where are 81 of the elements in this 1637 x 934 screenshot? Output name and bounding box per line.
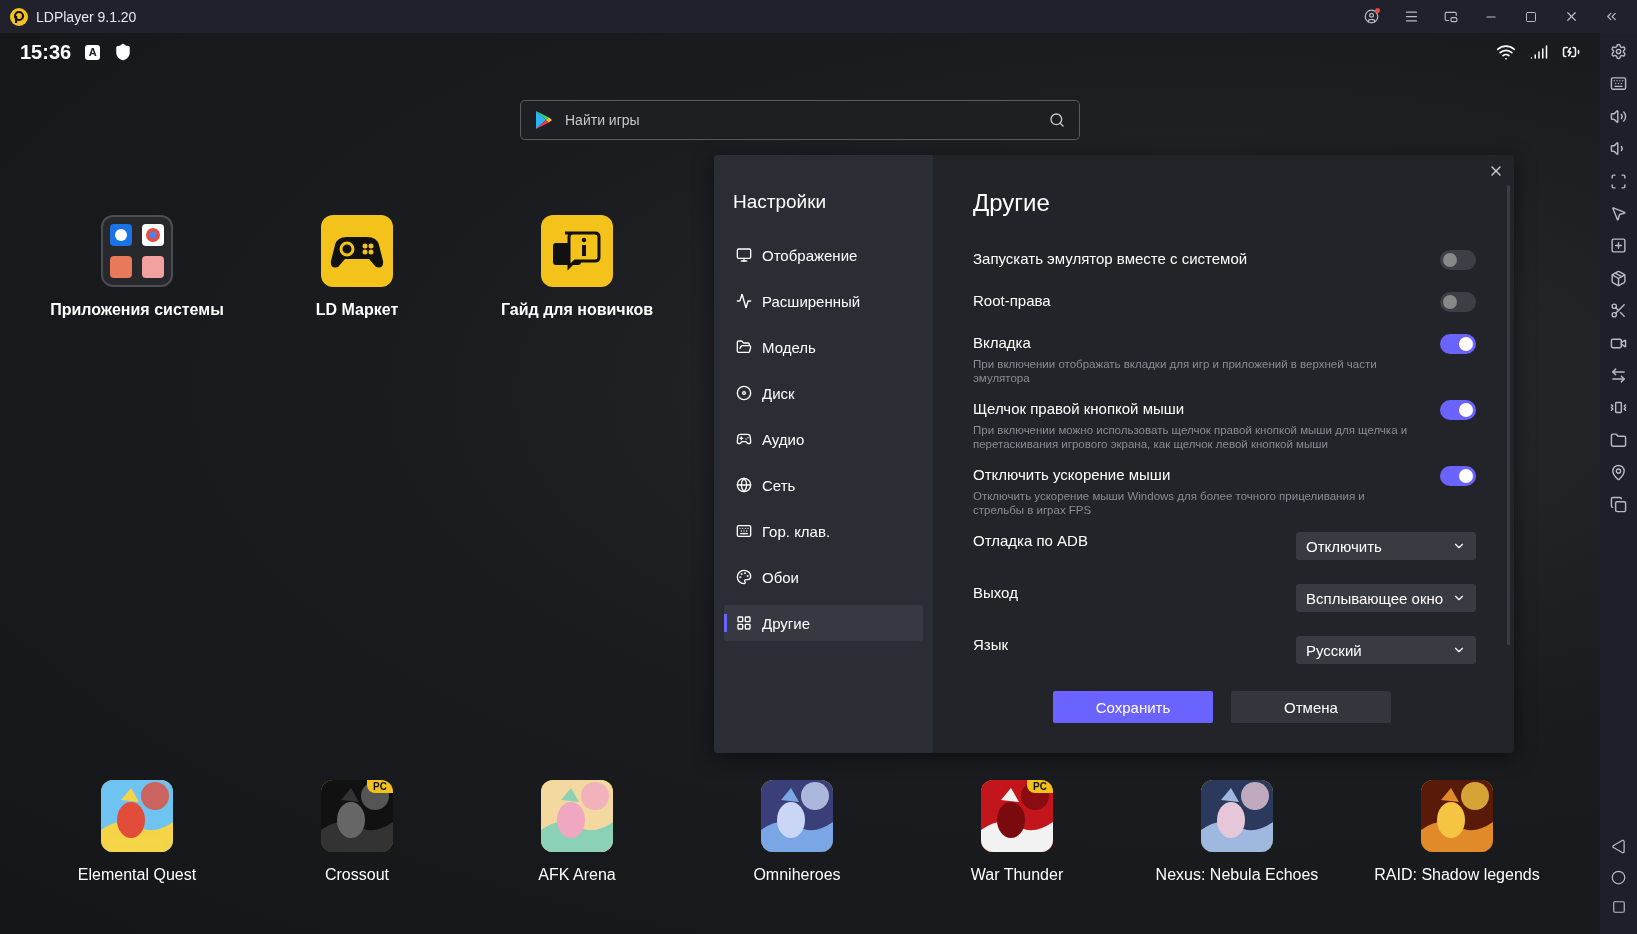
back-icon[interactable] bbox=[1611, 839, 1626, 855]
settings-nav-item[interactable]: Аудио bbox=[724, 421, 923, 457]
menu-icon[interactable] bbox=[1403, 9, 1419, 24]
hotkeys-icon bbox=[736, 523, 752, 539]
app-label[interactable]: AFK Arena bbox=[538, 866, 616, 884]
section-title: Другие bbox=[973, 189, 1051, 217]
option-description: При включении можно использовать щелчок правой кнопкой мыши для щелчка и перетаскивания игрового экрана, как щелчок левой кнопкой мыши bbox=[973, 423, 1409, 451]
app-label[interactable]: Nexus: Nebula Echoes bbox=[1155, 866, 1319, 884]
window-title: LDPlayer 9.1.20 bbox=[36, 8, 138, 25]
network-icon bbox=[736, 477, 752, 493]
dropdown[interactable]: Всплывающее окно bbox=[1296, 584, 1476, 612]
app-label[interactable]: LD Маркет bbox=[315, 301, 399, 319]
platform-badge: PC bbox=[1027, 780, 1053, 793]
disk-icon bbox=[736, 385, 752, 401]
signal-icon bbox=[1530, 43, 1548, 61]
home-icon[interactable] bbox=[1611, 869, 1626, 885]
settings-title: Настройки bbox=[732, 191, 828, 213]
option-label: Щелчок правой кнопкой мыши bbox=[973, 400, 1186, 417]
status-indicator: A bbox=[85, 44, 101, 60]
chat-info-icon[interactable] bbox=[541, 215, 613, 287]
settings-nav-item[interactable]: Расширенный bbox=[724, 283, 923, 319]
option-description: Отключить ускорение мыши Windows для более точного прицеливания и стрельбы в играх FPS bbox=[973, 489, 1366, 517]
option-label: Язык bbox=[973, 636, 1009, 653]
dropdown[interactable]: Отключить bbox=[1296, 532, 1476, 560]
sync-icon[interactable] bbox=[1610, 366, 1627, 384]
mouse-icon[interactable] bbox=[1610, 204, 1627, 222]
folder-icon[interactable] bbox=[1610, 431, 1627, 449]
search-icon[interactable] bbox=[1049, 112, 1065, 128]
toggle-switch[interactable] bbox=[1440, 250, 1476, 270]
app-label[interactable]: Omniheroes bbox=[753, 866, 841, 884]
platform-badge: PC bbox=[367, 780, 393, 793]
settings-nav-item[interactable]: Модель bbox=[724, 329, 923, 365]
option-label: Root-права bbox=[973, 292, 1051, 309]
maximize-icon[interactable] bbox=[1525, 10, 1537, 23]
play-store-icon bbox=[535, 110, 553, 130]
settings-nav-item[interactable]: Сеть bbox=[724, 467, 923, 503]
toggle-switch[interactable] bbox=[1440, 400, 1476, 420]
copy-icon[interactable] bbox=[1610, 496, 1627, 514]
app-label[interactable]: War Thunder bbox=[970, 866, 1064, 884]
settings-icon[interactable] bbox=[1610, 43, 1627, 60]
search-field[interactable]: Найти игры bbox=[563, 111, 1039, 129]
clock: 15:36 bbox=[20, 40, 72, 64]
app-label[interactable]: Crossout bbox=[325, 866, 389, 884]
mini-window-icon[interactable] bbox=[1444, 9, 1458, 24]
settings-nav-item[interactable]: Гор. клав. bbox=[724, 513, 923, 549]
app-label[interactable]: RAID: Shadow legends bbox=[1374, 866, 1540, 884]
logo-icon bbox=[10, 7, 28, 26]
option-label: Вкладка bbox=[973, 334, 1032, 351]
wifi-icon bbox=[1496, 42, 1516, 62]
add-window-icon[interactable] bbox=[1610, 237, 1627, 255]
display-icon bbox=[736, 247, 752, 263]
toggle-switch[interactable] bbox=[1440, 292, 1476, 312]
account-icon[interactable] bbox=[1363, 9, 1379, 24]
option-description: При включении отображать вкладки для игр и приложений в верхней части эмулятора bbox=[973, 357, 1378, 385]
app-label[interactable]: Гайд для новичков bbox=[500, 301, 654, 319]
settings-nav-item[interactable]: Отображение bbox=[724, 237, 923, 273]
option-label: Запускать эмулятор вместе с системой bbox=[973, 250, 1248, 267]
app-label[interactable]: Elemental Quest bbox=[77, 866, 197, 884]
cancel-button[interactable]: Отмена bbox=[1231, 691, 1391, 723]
option-label: Отключить ускорение мыши bbox=[973, 466, 1172, 483]
app-label[interactable]: Приложения системы bbox=[50, 301, 224, 319]
save-button[interactable]: Сохранить bbox=[1053, 691, 1213, 723]
scissors-icon[interactable] bbox=[1610, 302, 1627, 320]
search-field[interactable]: Найти игры bbox=[520, 100, 1080, 140]
gamepad-icon[interactable] bbox=[321, 215, 393, 287]
option-label: Выход bbox=[973, 584, 1018, 601]
recents-icon[interactable] bbox=[1611, 900, 1626, 914]
toggle-switch[interactable] bbox=[1440, 334, 1476, 354]
toggle-switch[interactable] bbox=[1440, 466, 1476, 486]
settings-nav-item[interactable]: Обои bbox=[724, 559, 923, 595]
screenshot-icon[interactable] bbox=[1610, 172, 1627, 190]
shield-icon bbox=[114, 43, 133, 61]
settings-nav-item[interactable]: Другие bbox=[724, 605, 923, 641]
package-icon[interactable] bbox=[1610, 269, 1627, 287]
volume-up-icon[interactable] bbox=[1610, 107, 1627, 125]
location-pin-icon[interactable] bbox=[1610, 464, 1627, 482]
folder-icon[interactable] bbox=[101, 215, 173, 287]
settings-nav-item[interactable]: Диск bbox=[724, 375, 923, 411]
dropdown[interactable]: Русский bbox=[1296, 636, 1476, 664]
option-label: Отладка по ADB bbox=[973, 532, 1088, 549]
keyboard-icon[interactable] bbox=[1610, 75, 1627, 93]
